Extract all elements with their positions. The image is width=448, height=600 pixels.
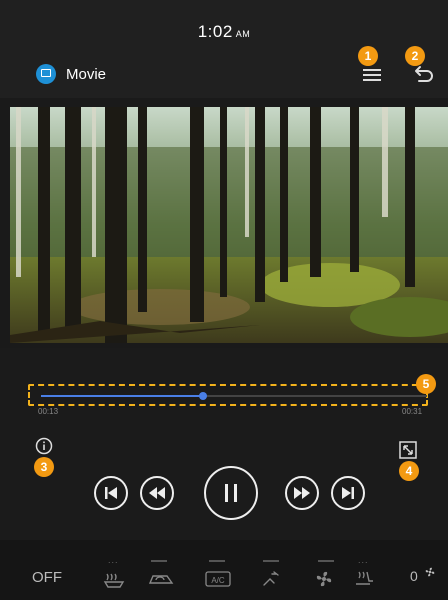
menu-icon bbox=[363, 69, 381, 81]
callout-badge-5: 5 bbox=[416, 374, 436, 394]
callout-badge-2: 2 bbox=[405, 46, 425, 66]
previous-track-button[interactable] bbox=[94, 476, 128, 510]
clock: 1:02 AM bbox=[0, 22, 448, 42]
fullscreen-icon bbox=[399, 441, 417, 459]
callout-badge-3: 3 bbox=[34, 457, 54, 477]
svg-text:A/C: A/C bbox=[211, 576, 225, 585]
climate-control-bar: OFF ... A/C ... 0 bbox=[0, 540, 448, 600]
seat-heat-button[interactable]: ... bbox=[350, 555, 380, 590]
skip-previous-icon bbox=[105, 487, 117, 499]
app-header: Movie bbox=[0, 54, 448, 98]
fan-button[interactable] bbox=[311, 560, 341, 590]
callout-badge-4: 4 bbox=[399, 461, 419, 481]
total-time: 00:31 bbox=[402, 407, 423, 416]
rear-defrost-icon bbox=[103, 573, 125, 588]
rewind-button[interactable] bbox=[140, 476, 174, 510]
pause-icon bbox=[225, 484, 237, 502]
fast-forward-button[interactable] bbox=[285, 476, 319, 510]
current-time: 00:13 bbox=[38, 407, 59, 416]
clock-ampm: AM bbox=[235, 29, 251, 39]
callout-badge-1: 1 bbox=[358, 46, 378, 66]
airflow-seat-icon bbox=[263, 571, 279, 586]
ac-button[interactable]: A/C bbox=[202, 560, 232, 590]
info-button[interactable] bbox=[35, 437, 53, 455]
forest-video-image bbox=[10, 107, 448, 343]
fan-speed-level: 0 bbox=[410, 568, 418, 584]
rear-seat-heat-button[interactable]: ... bbox=[100, 555, 130, 590]
airflow-mode-button[interactable] bbox=[256, 560, 286, 590]
level-dots: ... bbox=[108, 555, 119, 565]
recirculation-button[interactable] bbox=[144, 560, 174, 590]
ac-icon: A/C bbox=[205, 571, 231, 587]
indicator-line bbox=[318, 560, 334, 562]
movie-app-icon bbox=[36, 64, 56, 84]
seek-bar-progress bbox=[41, 395, 204, 397]
seek-bar[interactable] bbox=[41, 392, 427, 400]
climate-off-button[interactable]: OFF bbox=[32, 569, 62, 586]
car-recirculation-icon bbox=[148, 575, 174, 584]
pause-button[interactable] bbox=[204, 466, 258, 520]
next-track-button[interactable] bbox=[331, 476, 365, 510]
fast-forward-icon bbox=[294, 487, 310, 499]
skip-next-icon bbox=[342, 487, 354, 499]
clock-time: 1:02 bbox=[197, 22, 233, 41]
menu-button[interactable] bbox=[361, 64, 383, 86]
level-dots: ... bbox=[358, 555, 369, 565]
app-title: Movie bbox=[66, 66, 107, 83]
fullscreen-button[interactable] bbox=[398, 440, 418, 460]
video-frame[interactable] bbox=[10, 107, 448, 343]
info-icon bbox=[35, 437, 53, 455]
indicator-line bbox=[263, 560, 279, 562]
status-bar: 1:02 AM bbox=[0, 0, 448, 54]
fan-speed-icon bbox=[425, 567, 435, 577]
indicator-line bbox=[151, 560, 167, 562]
indicator-line bbox=[209, 560, 225, 562]
fan-icon bbox=[316, 571, 332, 587]
seat-heat-icon bbox=[356, 571, 373, 585]
rewind-icon bbox=[149, 487, 165, 499]
